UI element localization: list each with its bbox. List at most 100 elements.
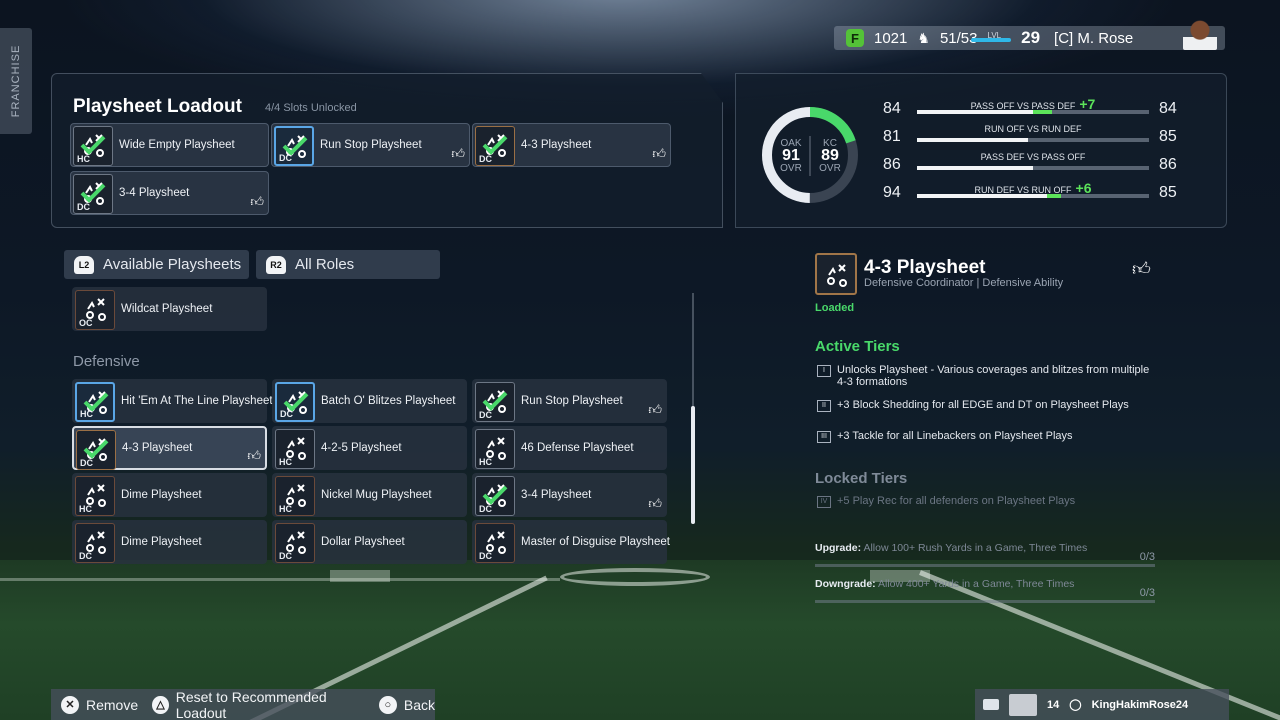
level-number: 29 bbox=[1021, 28, 1041, 47]
role-tag: OC bbox=[79, 318, 93, 328]
playsheet-label: Wide Empty Playsheet bbox=[119, 139, 235, 151]
role-tag: HC bbox=[80, 409, 93, 419]
back-button[interactable]: ○ Back bbox=[378, 695, 435, 714]
playsheet-label: Dime Playsheet bbox=[121, 489, 202, 501]
tier-number: I bbox=[817, 365, 831, 377]
rating-label-text: PASS DEF VS PASS OFF bbox=[980, 152, 1086, 162]
franchise-side-tab[interactable]: FRANCHISE bbox=[0, 28, 32, 134]
loadout-title: Playsheet Loadout bbox=[73, 96, 242, 117]
thumbs-up-icon[interactable]: 👍︎ bbox=[1132, 258, 1151, 280]
loadout-slot[interactable]: HC Wide Empty Playsheet bbox=[70, 123, 269, 167]
upgrade-count: 0/3 bbox=[1139, 551, 1155, 563]
remove-label: Remove bbox=[86, 696, 139, 713]
right-rating: 86 bbox=[1159, 156, 1177, 173]
left-rating: 86 bbox=[883, 156, 901, 173]
section-defensive: Defensive bbox=[73, 353, 140, 370]
available-playsheets-label: Available Playsheets bbox=[103, 256, 242, 273]
user-overlay: 14 ◯ KingHakimRose24 bbox=[975, 689, 1229, 720]
play-diagram-icon bbox=[827, 264, 847, 287]
left-rating: 81 bbox=[883, 128, 901, 145]
rating-label: PASS DEF VS PASS OFF bbox=[917, 152, 1149, 162]
loadout-slot[interactable]: DC 3-4 Playsheet 👍︎ bbox=[70, 171, 269, 215]
rating-bar-fill bbox=[917, 110, 1033, 114]
tier-number: III bbox=[817, 431, 831, 443]
tier-text: +3 Block Shedding for all EDGE and DT on… bbox=[837, 399, 1129, 411]
upgrade-progress-bar bbox=[815, 564, 1155, 567]
cross-button-icon: ✕ bbox=[61, 695, 79, 714]
circle-button-icon: ○ bbox=[378, 695, 397, 714]
detail-title: 4-3 Playsheet bbox=[864, 257, 986, 278]
list-item[interactable]: HC 46 Defense Playsheet bbox=[472, 426, 667, 470]
list-item[interactable]: DC Batch O' Blitzes Playsheet bbox=[272, 379, 467, 423]
playsheet-icon: OC bbox=[75, 290, 115, 330]
downgrade-count: 0/3 bbox=[1139, 587, 1155, 599]
role-tag: DC bbox=[80, 458, 93, 468]
remove-button[interactable]: ✕ Remove bbox=[61, 695, 139, 714]
left-rating: 84 bbox=[883, 100, 901, 117]
level-progress-bar bbox=[971, 38, 1012, 42]
franchise-label: FRANCHISE bbox=[10, 44, 22, 118]
rating-bar bbox=[917, 138, 1149, 142]
list-item[interactable]: DC 4-3 Playsheet 👍︎ bbox=[72, 426, 267, 470]
playsheet-label: Master of Disguise Playsheet bbox=[521, 536, 670, 548]
playsheet-label: Wildcat Playsheet bbox=[121, 303, 213, 315]
list-item[interactable]: HC Hit 'Em At The Line Playsheet bbox=[72, 379, 273, 423]
scrollbar-thumb[interactable] bbox=[691, 406, 695, 524]
right-rating: 84 bbox=[1159, 100, 1177, 117]
tier-row: I Unlocks Playsheet - Various coverages … bbox=[815, 364, 1155, 388]
helmet-icon: ♞ bbox=[917, 29, 930, 46]
list-item[interactable]: DC Master of Disguise Playsheet bbox=[472, 520, 670, 564]
locked-tiers-heading: Locked Tiers bbox=[815, 470, 908, 487]
reset-loadout-button[interactable]: △ Reset to Recommended Loadout bbox=[152, 689, 365, 720]
list-item[interactable]: DC 3-4 Playsheet 👍︎ bbox=[472, 473, 667, 517]
triangle-button-icon: △ bbox=[152, 695, 169, 714]
loadout-slot[interactable]: DC 4-3 Playsheet 👍︎ bbox=[472, 123, 671, 167]
tab-all-roles[interactable]: R2 All Roles bbox=[256, 250, 440, 279]
tier-number: II bbox=[817, 400, 831, 412]
list-item[interactable]: HC Dime Playsheet bbox=[72, 473, 267, 517]
upgrade-label: Upgrade: bbox=[815, 542, 862, 554]
thumbs-up-icon: 👍︎ bbox=[250, 194, 264, 209]
loadout-slot[interactable]: DC Run Stop Playsheet 👍︎ bbox=[271, 123, 470, 167]
playsheet-icon: DC bbox=[475, 126, 515, 166]
playsheet-label: Dollar Playsheet bbox=[321, 536, 405, 548]
playsheet-label: 4-3 Playsheet bbox=[521, 139, 592, 151]
playsheet-label: Dime Playsheet bbox=[121, 536, 202, 548]
loadout-slots-status: 4/4 Slots Unlocked bbox=[265, 102, 357, 114]
upgrade-progress: Upgrade: Allow 100+ Rush Yards in a Game… bbox=[815, 542, 1155, 567]
role-tag: HC bbox=[79, 504, 92, 514]
playsheet-label: 4-2-5 Playsheet bbox=[321, 442, 402, 454]
right-rating: 85 bbox=[1159, 184, 1177, 201]
user-count: 14 bbox=[1047, 698, 1060, 711]
active-tiers-heading: Active Tiers bbox=[815, 338, 900, 355]
role-tag: DC bbox=[279, 153, 292, 163]
list-item[interactable]: HC Nickel Mug Playsheet bbox=[272, 473, 467, 517]
thumbs-up-icon: 👍︎ bbox=[648, 496, 662, 511]
playsheet-icon: DC bbox=[275, 523, 315, 563]
playsheet-label: 46 Defense Playsheet bbox=[521, 442, 634, 454]
thumbs-up-icon: 👍︎ bbox=[451, 146, 465, 161]
playsheet-label: 3-4 Playsheet bbox=[521, 489, 592, 501]
role-tag: DC bbox=[280, 409, 293, 419]
rating-comparison-row: 86 PASS DEF VS PASS OFF 86 bbox=[883, 152, 1183, 178]
list-item[interactable]: HC 4-2-5 Playsheet bbox=[272, 426, 467, 470]
playsheet-icon: HC bbox=[75, 382, 115, 422]
camera-icon bbox=[983, 699, 999, 710]
tab-available-playsheets[interactable]: L2 Available Playsheets bbox=[64, 250, 249, 279]
list-item[interactable]: DC Run Stop Playsheet 👍︎ bbox=[472, 379, 667, 423]
rating-comparison-row: 84 PASS OFF VS PASS DEF +7 84 bbox=[883, 96, 1183, 122]
tier-number: IV bbox=[817, 496, 831, 508]
playsheet-label: Batch O' Blitzes Playsheet bbox=[321, 395, 456, 407]
role-tag: DC bbox=[479, 154, 492, 164]
list-item[interactable]: DC Dime Playsheet bbox=[72, 520, 267, 564]
list-item[interactable]: OC Wildcat Playsheet bbox=[72, 287, 267, 331]
playsheet-icon: HC bbox=[275, 429, 315, 469]
rating-comparison-row: 81 RUN OFF VS RUN DEF 85 bbox=[883, 124, 1183, 150]
list-item[interactable]: DC Dollar Playsheet bbox=[272, 520, 467, 564]
role-tag: HC bbox=[77, 154, 90, 164]
midfield-logo bbox=[560, 568, 710, 586]
reset-label: Reset to Recommended Loadout bbox=[175, 688, 327, 720]
playsheet-icon: DC bbox=[475, 476, 515, 516]
playsheet-icon: HC bbox=[475, 429, 515, 469]
playsheet-label: Run Stop Playsheet bbox=[320, 139, 422, 151]
